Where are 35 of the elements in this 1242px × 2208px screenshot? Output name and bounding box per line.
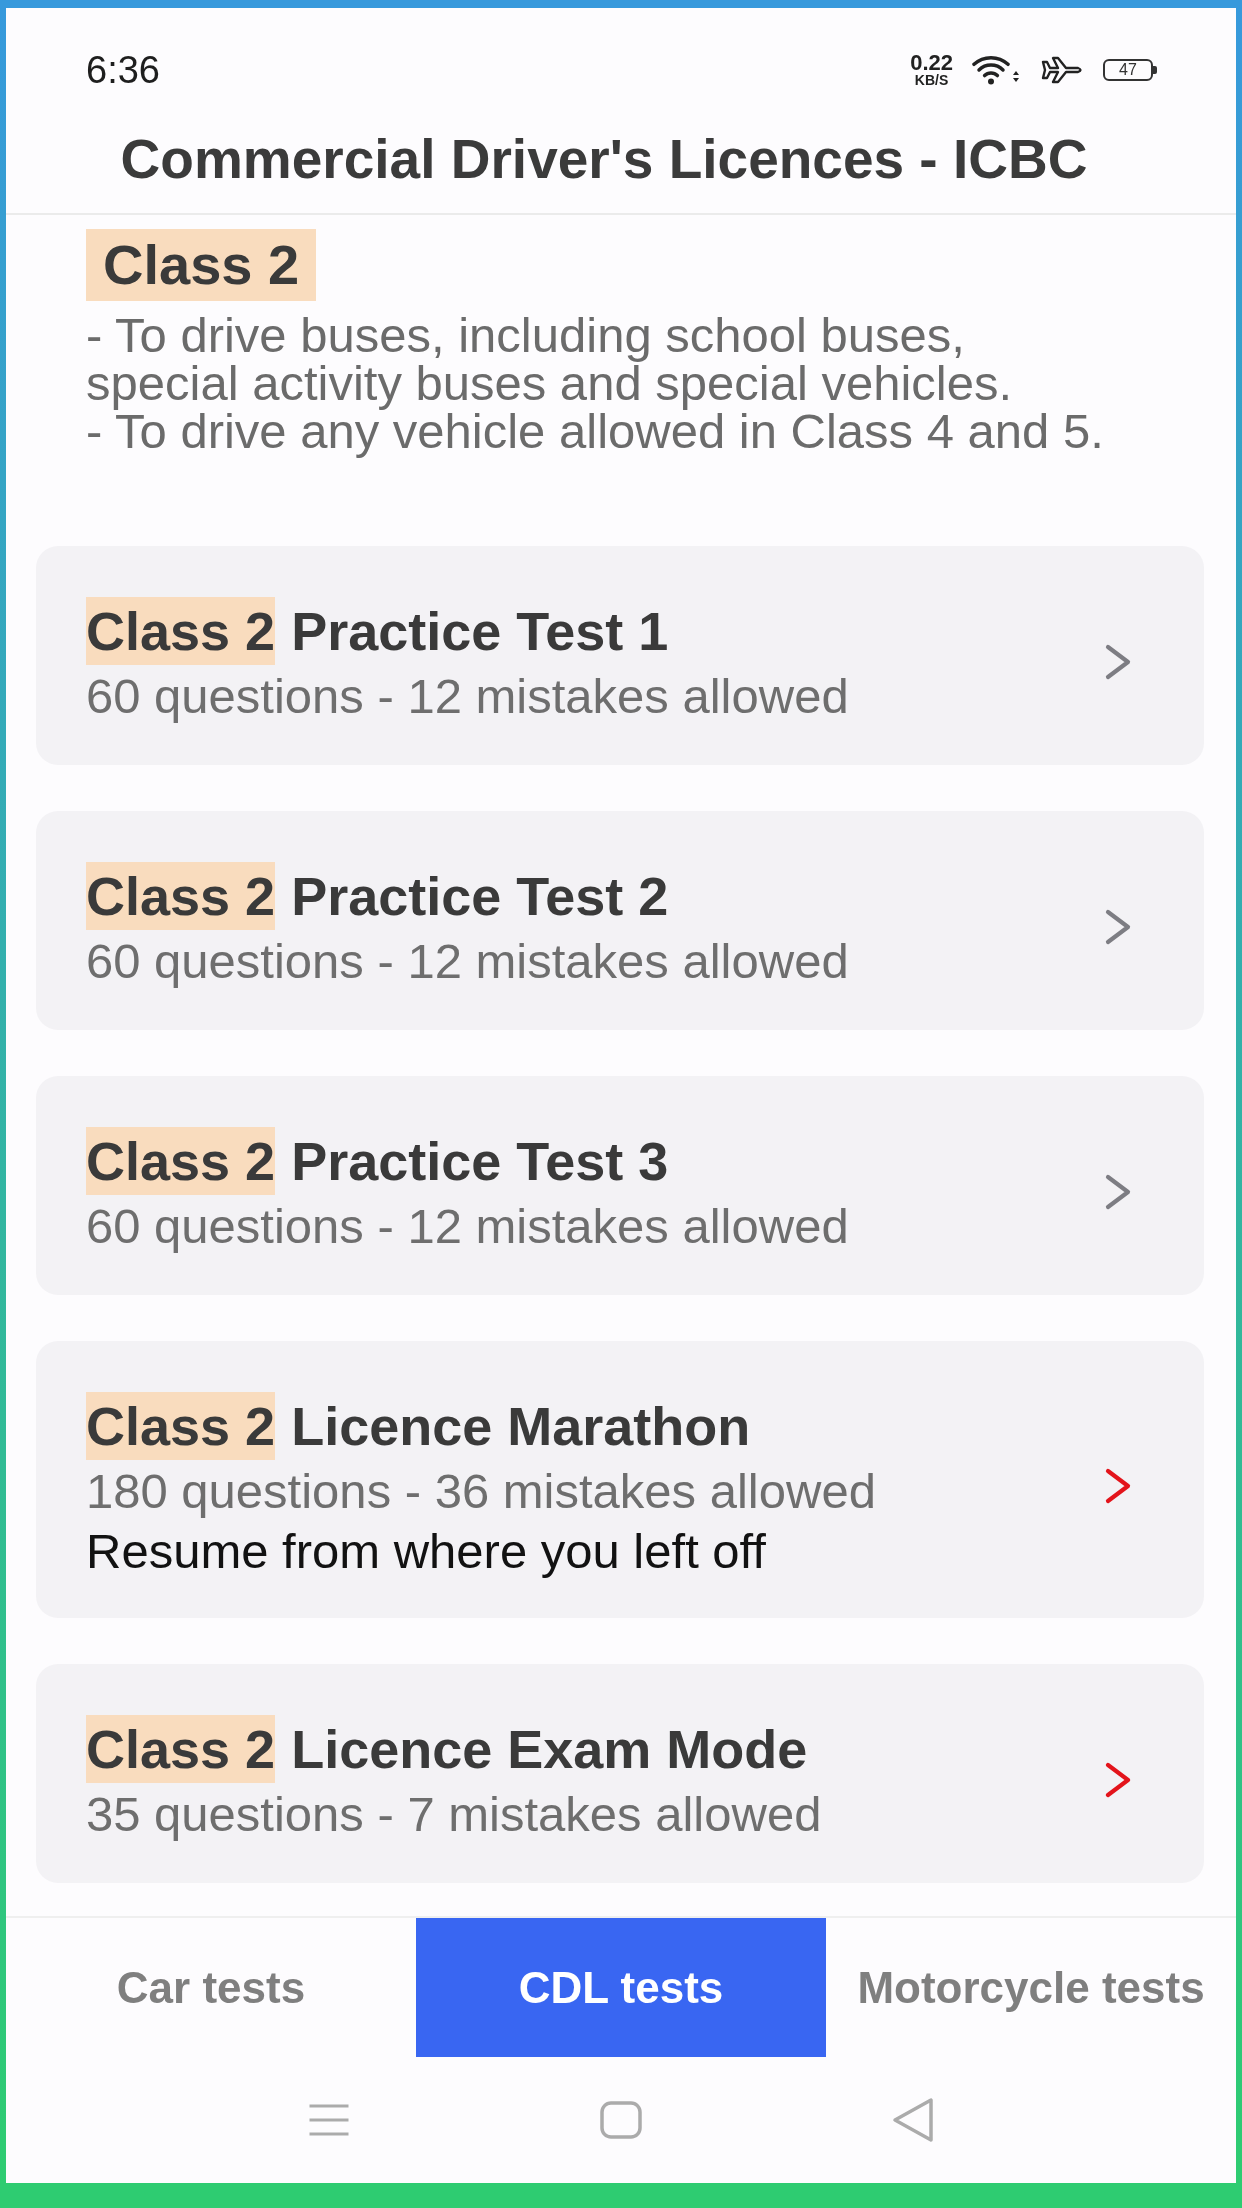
square-icon[interactable]	[600, 2101, 642, 2139]
test-card[interactable]: Class 2 Licence Marathon 180 questions - 36 mistakes allowed Resume from where you left off	[36, 1341, 1204, 1618]
test-title: Licence Exam Mode	[291, 1718, 808, 1781]
test-info: 60 questions - 12 mistakes allowed	[86, 1198, 849, 1255]
page-title: Commercial Driver's Licences - ICBC	[119, 128, 1089, 190]
test-info: 60 questions - 12 mistakes allowed	[86, 668, 849, 725]
class-label: Class 2	[86, 862, 276, 930]
test-card[interactable]: Class 2 Practice Test 3 60 questions - 12 mistakes allowed	[36, 1076, 1204, 1295]
test-title: Practice Test 1	[291, 600, 669, 663]
test-card[interactable]: Class 2 Licence Exam Mode 35 questions - 7 mistakes allowed	[36, 1664, 1204, 1883]
wifi-icon	[972, 55, 1021, 85]
test-title: Practice Test 3	[291, 1130, 669, 1193]
test-card[interactable]: Class 2 Practice Test 2 60 questions - 12 mistakes allowed	[36, 811, 1204, 1030]
test-card[interactable]: Class 2 Practice Test 1 60 questions - 12 mistakes allowed	[36, 546, 1204, 765]
class-label: Class 2	[86, 1392, 276, 1460]
resume-note: Resume from where you left off	[86, 1523, 766, 1580]
battery-indicator: 47	[1103, 59, 1157, 81]
test-title: Practice Test 2	[291, 865, 669, 928]
test-title: Licence Marathon	[291, 1395, 751, 1458]
network-speed-unit: KB/S	[914, 73, 949, 88]
class-label: Class 2	[86, 1127, 276, 1195]
status-time: 6:36	[86, 48, 160, 92]
back-icon[interactable]	[892, 2097, 934, 2143]
tab[interactable]: CDL tests	[416, 1918, 826, 2057]
test-info: 60 questions - 12 mistakes allowed	[86, 933, 849, 990]
section-heading: Class 2	[86, 229, 317, 301]
class-label: Class 2	[86, 1715, 276, 1783]
airplane-icon	[1040, 56, 1084, 84]
test-info: 180 questions - 36 mistakes allowed	[86, 1463, 876, 1520]
class-label: Class 2	[86, 597, 276, 665]
test-info: 35 questions - 7 mistakes allowed	[86, 1786, 822, 1843]
tab[interactable]: Car tests	[6, 1918, 416, 2057]
network-speed: 0.22	[910, 52, 953, 73]
menu-icon[interactable]	[308, 2104, 350, 2136]
tab[interactable]: Motorcycle tests	[826, 1918, 1236, 2057]
